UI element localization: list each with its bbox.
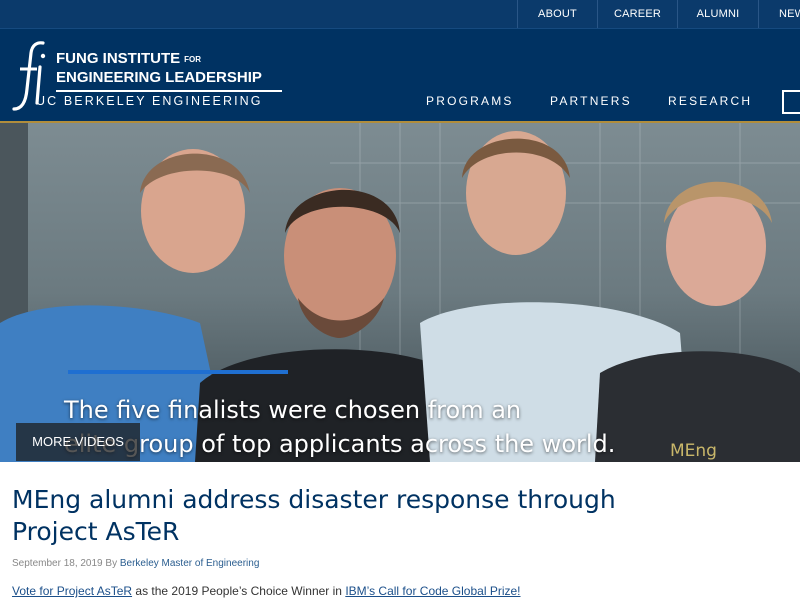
nav-link-partners[interactable]: PARTNERS: [550, 94, 632, 108]
article-meta: September 18, 2019 By Berkeley Master of…: [12, 558, 259, 569]
vote-link[interactable]: Vote for Project AsTeR: [12, 584, 132, 598]
nav-link-programs[interactable]: PROGRAMS: [426, 94, 514, 108]
utility-nav: ABOUT CAREER ALUMNI NEW: [517, 0, 800, 28]
article-lead: Vote for Project AsTeR as the 2019 Peopl…: [12, 584, 521, 598]
hero-video[interactable]: MEng The five finalists were chosen from…: [0, 123, 800, 462]
article-date: September 18, 2019: [12, 558, 103, 569]
article-title: MEng alumni address disaster response th…: [12, 485, 616, 546]
article-by: By: [105, 558, 118, 569]
video-progress-fill: [68, 370, 288, 374]
lead-mid-text: as the 2019 People’s Choice Winner in: [132, 584, 346, 598]
search-button[interactable]: [782, 90, 800, 114]
article-author-link[interactable]: Berkeley Master of Engineering: [120, 558, 260, 569]
nav-link-research[interactable]: RESEARCH: [668, 94, 752, 108]
nav-link-alumni[interactable]: ALUMNI: [677, 0, 758, 28]
video-caption: The five finalists were chosen from an e…: [64, 393, 764, 461]
ibm-prize-link[interactable]: IBM’s Call for Code Global Prize!: [345, 584, 520, 598]
main-nav: PROGRAMS PARTNERS RESEARCH: [0, 28, 800, 122]
video-caption-line2: elite group of top applicants across the…: [64, 430, 616, 458]
video-progress-track[interactable]: [68, 370, 288, 374]
nav-link-news[interactable]: NEW: [758, 0, 800, 28]
video-caption-line1: The five finalists were chosen from an: [64, 396, 522, 424]
nav-link-career[interactable]: CAREER: [597, 0, 677, 28]
utility-bar: ABOUT CAREER ALUMNI NEW: [0, 0, 800, 28]
nav-link-about[interactable]: ABOUT: [517, 0, 597, 28]
more-videos-button[interactable]: MORE VIDEOS: [16, 423, 140, 461]
